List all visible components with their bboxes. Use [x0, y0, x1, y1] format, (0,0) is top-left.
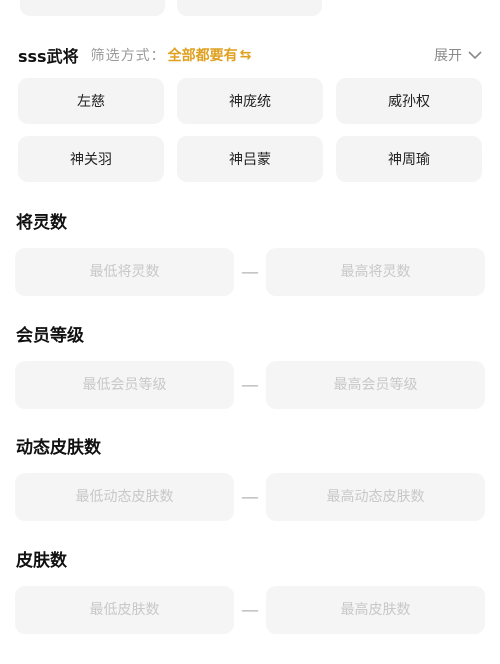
range-jiangling: — — [15, 248, 485, 296]
section-title-jiangling: 将灵数 — [16, 213, 67, 233]
section-title-dynamic-skins: 动态皮肤数 — [16, 438, 101, 458]
range-separator: — — [241, 486, 259, 508]
max-dynamic-skins-input[interactable] — [266, 473, 485, 521]
expand-button[interactable]: 展开 — [434, 45, 482, 65]
swap-arrows-icon: ⇆ — [239, 47, 252, 63]
min-member-level-input[interactable] — [15, 361, 234, 409]
partial-chip[interactable] — [20, 0, 165, 16]
filter-mode-label: 全部都要有 — [167, 48, 238, 64]
section-title-skins: 皮肤数 — [16, 551, 67, 571]
filter-row: sss武将 筛选方式： 全部都要有 ⇆ 展开 — [18, 40, 482, 70]
general-chip[interactable]: 神庞统 — [177, 78, 323, 124]
range-dynamic-skins: — — [15, 473, 485, 521]
range-separator: — — [241, 261, 259, 283]
min-jiangling-input[interactable] — [15, 248, 234, 296]
generals-grid: 左慈 神庞统 威孙权 神关羽 神吕蒙 神周瑜 — [18, 78, 482, 182]
general-chip[interactable]: 左慈 — [18, 78, 164, 124]
range-separator: — — [241, 599, 259, 621]
range-skins: — — [15, 586, 485, 634]
range-member-level: — — [15, 361, 485, 409]
general-chip[interactable]: 神吕蒙 — [177, 136, 323, 182]
filter-label: 筛选方式： — [90, 48, 166, 64]
general-chip[interactable]: 神关羽 — [18, 136, 164, 182]
partial-chip[interactable] — [177, 0, 322, 16]
filter-title: sss武将 — [18, 47, 79, 66]
filter-mode-toggle[interactable]: 全部都要有 ⇆ — [168, 45, 252, 65]
expand-label: 展开 — [434, 48, 462, 64]
max-member-level-input[interactable] — [266, 361, 485, 409]
max-jiangling-input[interactable] — [266, 248, 485, 296]
max-skins-input[interactable] — [266, 586, 485, 634]
general-chip[interactable]: 威孙权 — [336, 78, 482, 124]
section-title-member-level: 会员等级 — [16, 326, 84, 346]
chevron-down-icon — [468, 51, 482, 60]
range-separator: — — [241, 374, 259, 396]
min-skins-input[interactable] — [15, 586, 234, 634]
general-chip[interactable]: 神周瑜 — [336, 136, 482, 182]
min-dynamic-skins-input[interactable] — [15, 473, 234, 521]
